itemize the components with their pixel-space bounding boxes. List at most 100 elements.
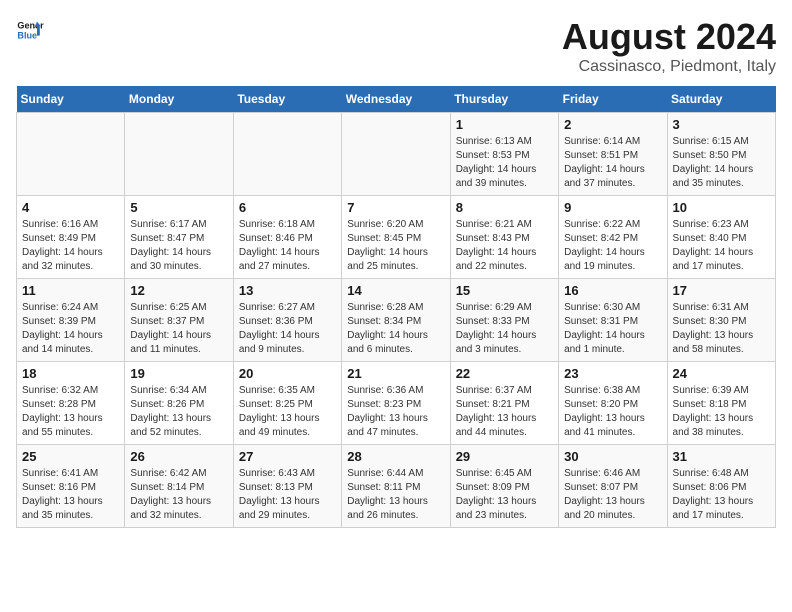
calendar-week-row: 18 Sunrise: 6:32 AM Sunset: 8:28 PM Dayli…: [17, 362, 776, 445]
calendar-week-row: 1 Sunrise: 6:13 AM Sunset: 8:53 PM Daylig…: [17, 113, 776, 196]
day-number: 13: [239, 283, 336, 298]
day-info: Sunrise: 6:14 AM Sunset: 8:51 PM Dayligh…: [564, 135, 661, 191]
day-number: 20: [239, 366, 336, 381]
calendar-cell: 30 Sunrise: 6:46 AM Sunset: 8:07 PM Dayli…: [559, 445, 667, 528]
day-info: Sunrise: 6:34 AM Sunset: 8:26 PM Dayligh…: [130, 384, 227, 440]
calendar-cell: [17, 113, 125, 196]
column-header-saturday: Saturday: [667, 86, 775, 113]
day-number: 26: [130, 449, 227, 464]
day-number: 30: [564, 449, 661, 464]
calendar-week-row: 11 Sunrise: 6:24 AM Sunset: 8:39 PM Dayli…: [17, 279, 776, 362]
day-info: Sunrise: 6:25 AM Sunset: 8:37 PM Dayligh…: [130, 301, 227, 357]
day-number: 7: [347, 200, 444, 215]
calendar-cell: 2 Sunrise: 6:14 AM Sunset: 8:51 PM Daylig…: [559, 113, 667, 196]
day-info: Sunrise: 6:29 AM Sunset: 8:33 PM Dayligh…: [456, 301, 553, 357]
calendar-week-row: 25 Sunrise: 6:41 AM Sunset: 8:16 PM Dayli…: [17, 445, 776, 528]
page-subtitle: Cassinasco, Piedmont, Italy: [562, 58, 776, 76]
day-info: Sunrise: 6:37 AM Sunset: 8:21 PM Dayligh…: [456, 384, 553, 440]
day-info: Sunrise: 6:15 AM Sunset: 8:50 PM Dayligh…: [673, 135, 770, 191]
day-number: 9: [564, 200, 661, 215]
day-number: 18: [22, 366, 119, 381]
day-info: Sunrise: 6:22 AM Sunset: 8:42 PM Dayligh…: [564, 218, 661, 274]
calendar-cell: 16 Sunrise: 6:30 AM Sunset: 8:31 PM Dayli…: [559, 279, 667, 362]
calendar-cell: [233, 113, 341, 196]
calendar-cell: 1 Sunrise: 6:13 AM Sunset: 8:53 PM Daylig…: [450, 113, 558, 196]
day-number: 31: [673, 449, 770, 464]
day-info: Sunrise: 6:42 AM Sunset: 8:14 PM Dayligh…: [130, 467, 227, 523]
calendar-cell: 27Sunrise: 6:43 AM Sunset: 8:13 PM Dayli…: [233, 445, 341, 528]
calendar-cell: 10 Sunrise: 6:23 AM Sunset: 8:40 PM Dayli…: [667, 196, 775, 279]
day-info: Sunrise: 6:41 AM Sunset: 8:16 PM Dayligh…: [22, 467, 119, 523]
day-info: Sunrise: 6:18 AM Sunset: 8:46 PM Dayligh…: [239, 218, 336, 274]
day-info: Sunrise: 6:30 AM Sunset: 8:31 PM Dayligh…: [564, 301, 661, 357]
calendar-cell: 3 Sunrise: 6:15 AM Sunset: 8:50 PM Daylig…: [667, 113, 775, 196]
calendar-cell: 23Sunrise: 6:38 AM Sunset: 8:20 PM Dayli…: [559, 362, 667, 445]
day-number: 12: [130, 283, 227, 298]
day-number: 14: [347, 283, 444, 298]
calendar-cell: 19Sunrise: 6:34 AM Sunset: 8:26 PM Dayli…: [125, 362, 233, 445]
calendar-cell: 15Sunrise: 6:29 AM Sunset: 8:33 PM Dayli…: [450, 279, 558, 362]
day-number: 29: [456, 449, 553, 464]
day-info: Sunrise: 6:45 AM Sunset: 8:09 PM Dayligh…: [456, 467, 553, 523]
day-number: 25: [22, 449, 119, 464]
day-number: 17: [673, 283, 770, 298]
svg-text:Blue: Blue: [17, 30, 37, 40]
calendar-cell: 24Sunrise: 6:39 AM Sunset: 8:18 PM Dayli…: [667, 362, 775, 445]
calendar-cell: 29 Sunrise: 6:45 AM Sunset: 8:09 PM Dayli…: [450, 445, 558, 528]
day-info: Sunrise: 6:48 AM Sunset: 8:06 PM Dayligh…: [673, 467, 770, 523]
day-number: 11: [22, 283, 119, 298]
day-info: Sunrise: 6:23 AM Sunset: 8:40 PM Dayligh…: [673, 218, 770, 274]
day-info: Sunrise: 6:27 AM Sunset: 8:36 PM Dayligh…: [239, 301, 336, 357]
day-number: 27: [239, 449, 336, 464]
calendar-cell: 12 Sunrise: 6:25 AM Sunset: 8:37 PM Dayli…: [125, 279, 233, 362]
calendar-cell: 28 Sunrise: 6:44 AM Sunset: 8:11 PM Dayli…: [342, 445, 450, 528]
day-number: 28: [347, 449, 444, 464]
day-number: 16: [564, 283, 661, 298]
calendar-cell: 4 Sunrise: 6:16 AM Sunset: 8:49 PM Daylig…: [17, 196, 125, 279]
day-info: Sunrise: 6:31 AM Sunset: 8:30 PM Dayligh…: [673, 301, 770, 357]
day-info: Sunrise: 6:35 AM Sunset: 8:25 PM Dayligh…: [239, 384, 336, 440]
calendar-cell: 26 Sunrise: 6:42 AM Sunset: 8:14 PM Dayli…: [125, 445, 233, 528]
day-info: Sunrise: 6:16 AM Sunset: 8:49 PM Dayligh…: [22, 218, 119, 274]
day-number: 4: [22, 200, 119, 215]
day-info: Sunrise: 6:32 AM Sunset: 8:28 PM Dayligh…: [22, 384, 119, 440]
day-info: Sunrise: 6:24 AM Sunset: 8:39 PM Dayligh…: [22, 301, 119, 357]
day-number: 5: [130, 200, 227, 215]
calendar-cell: 5 Sunrise: 6:17 AM Sunset: 8:47 PM Daylig…: [125, 196, 233, 279]
column-header-sunday: Sunday: [17, 86, 125, 113]
calendar-cell: 6Sunrise: 6:18 AM Sunset: 8:46 PM Daylig…: [233, 196, 341, 279]
day-number: 21: [347, 366, 444, 381]
day-number: 24: [673, 366, 770, 381]
day-number: 10: [673, 200, 770, 215]
logo-icon: General Blue: [16, 16, 44, 44]
column-header-tuesday: Tuesday: [233, 86, 341, 113]
day-number: 2: [564, 117, 661, 132]
day-info: Sunrise: 6:13 AM Sunset: 8:53 PM Dayligh…: [456, 135, 553, 191]
calendar-cell: [125, 113, 233, 196]
day-number: 3: [673, 117, 770, 132]
day-info: Sunrise: 6:44 AM Sunset: 8:11 PM Dayligh…: [347, 467, 444, 523]
calendar-cell: 20 Sunrise: 6:35 AM Sunset: 8:25 PM Dayli…: [233, 362, 341, 445]
calendar-cell: 13 Sunrise: 6:27 AM Sunset: 8:36 PM Dayli…: [233, 279, 341, 362]
day-info: Sunrise: 6:28 AM Sunset: 8:34 PM Dayligh…: [347, 301, 444, 357]
day-number: 8: [456, 200, 553, 215]
calendar-table: SundayMondayTuesdayWednesdayThursdayFrid…: [16, 86, 776, 528]
calendar-cell: 21Sunrise: 6:36 AM Sunset: 8:23 PM Dayli…: [342, 362, 450, 445]
calendar-cell: 18 Sunrise: 6:32 AM Sunset: 8:28 PM Dayli…: [17, 362, 125, 445]
day-number: 1: [456, 117, 553, 132]
day-info: Sunrise: 6:46 AM Sunset: 8:07 PM Dayligh…: [564, 467, 661, 523]
day-info: Sunrise: 6:17 AM Sunset: 8:47 PM Dayligh…: [130, 218, 227, 274]
title-area: August 2024 Cassinasco, Piedmont, Italy: [562, 16, 776, 76]
day-number: 22: [456, 366, 553, 381]
day-info: Sunrise: 6:38 AM Sunset: 8:20 PM Dayligh…: [564, 384, 661, 440]
column-header-wednesday: Wednesday: [342, 86, 450, 113]
calendar-cell: [342, 113, 450, 196]
calendar-cell: 7Sunrise: 6:20 AM Sunset: 8:45 PM Daylig…: [342, 196, 450, 279]
calendar-cell: 14 Sunrise: 6:28 AM Sunset: 8:34 PM Dayli…: [342, 279, 450, 362]
column-header-monday: Monday: [125, 86, 233, 113]
logo: General Blue: [16, 16, 44, 44]
day-info: Sunrise: 6:21 AM Sunset: 8:43 PM Dayligh…: [456, 218, 553, 274]
calendar-cell: 25 Sunrise: 6:41 AM Sunset: 8:16 PM Dayli…: [17, 445, 125, 528]
calendar-week-row: 4 Sunrise: 6:16 AM Sunset: 8:49 PM Daylig…: [17, 196, 776, 279]
column-header-friday: Friday: [559, 86, 667, 113]
